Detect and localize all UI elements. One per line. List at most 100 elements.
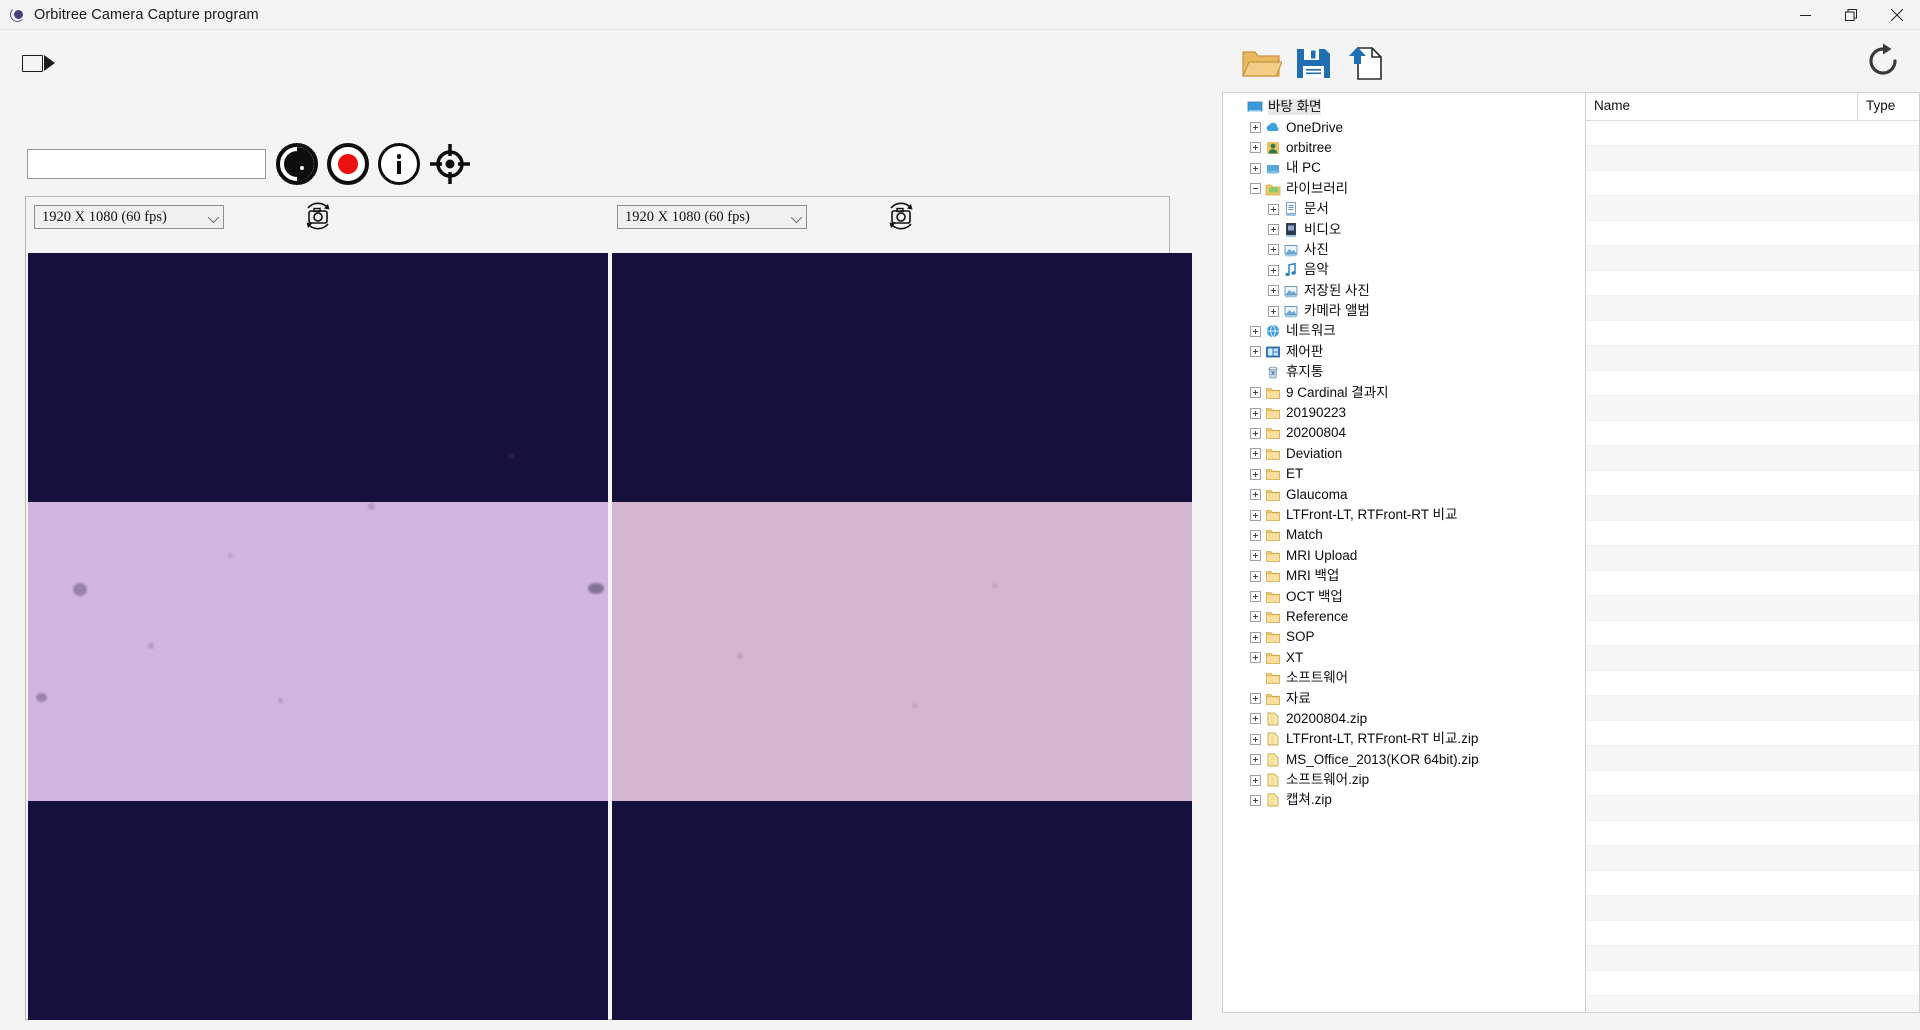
expand-plus-icon[interactable] bbox=[1268, 305, 1279, 317]
expand-plus-icon[interactable] bbox=[1250, 162, 1261, 174]
file-list-row[interactable] bbox=[1586, 571, 1919, 596]
tree-item[interactable]: 소프트웨어.zip bbox=[1226, 770, 1585, 790]
file-list-panel[interactable]: Name Type bbox=[1585, 92, 1920, 1013]
file-list-row[interactable] bbox=[1586, 271, 1919, 296]
file-list-row[interactable] bbox=[1586, 121, 1919, 146]
snapshot-button-right[interactable] bbox=[884, 199, 918, 233]
video-preview-right[interactable] bbox=[612, 253, 1192, 1020]
tree-item[interactable]: LTFront-LT, RTFront-RT 비교.zip bbox=[1226, 729, 1585, 749]
file-list-row[interactable] bbox=[1586, 646, 1919, 671]
file-list-row[interactable] bbox=[1586, 171, 1919, 196]
tree-item[interactable]: Glaucoma bbox=[1226, 484, 1585, 504]
expand-plus-icon[interactable] bbox=[1250, 448, 1261, 460]
file-list-row[interactable] bbox=[1586, 596, 1919, 621]
capture-name-input[interactable] bbox=[27, 149, 266, 179]
file-list-row[interactable] bbox=[1586, 721, 1919, 746]
expand-plus-icon[interactable] bbox=[1250, 774, 1261, 786]
file-list-row[interactable] bbox=[1586, 796, 1919, 821]
snapshot-button-left[interactable] bbox=[301, 199, 335, 233]
file-list-row[interactable] bbox=[1586, 196, 1919, 221]
tree-item[interactable]: 바탕 화면 bbox=[1226, 97, 1585, 117]
tree-item[interactable]: 네트워크 bbox=[1226, 321, 1585, 341]
file-list-row[interactable] bbox=[1586, 246, 1919, 271]
expand-plus-icon[interactable] bbox=[1250, 713, 1261, 725]
file-list-row[interactable] bbox=[1586, 971, 1919, 996]
expand-plus-icon[interactable] bbox=[1250, 794, 1261, 806]
expand-plus-icon[interactable] bbox=[1250, 346, 1261, 358]
tree-item[interactable]: 20190223 bbox=[1226, 403, 1585, 423]
file-list-row[interactable] bbox=[1586, 696, 1919, 721]
save-button[interactable] bbox=[1292, 42, 1334, 82]
tree-item[interactable]: OneDrive bbox=[1226, 117, 1585, 137]
export-button[interactable] bbox=[1344, 42, 1386, 82]
tree-item[interactable]: 휴지통 bbox=[1226, 362, 1585, 382]
file-list-row[interactable] bbox=[1586, 896, 1919, 921]
maximize-restore-button[interactable] bbox=[1828, 0, 1874, 30]
file-list-row[interactable] bbox=[1586, 296, 1919, 321]
tree-item[interactable]: 자료 bbox=[1226, 688, 1585, 708]
tree-item[interactable]: ET bbox=[1226, 464, 1585, 484]
info-button[interactable] bbox=[378, 143, 420, 185]
file-list-row[interactable] bbox=[1586, 746, 1919, 771]
tree-item[interactable]: 비디오 bbox=[1226, 219, 1585, 239]
tree-item[interactable]: Match bbox=[1226, 525, 1585, 545]
file-list-row[interactable] bbox=[1586, 446, 1919, 471]
close-button[interactable] bbox=[1874, 0, 1920, 30]
expand-plus-icon[interactable] bbox=[1250, 142, 1261, 154]
video-camera-icon[interactable] bbox=[22, 52, 56, 76]
record-button[interactable] bbox=[327, 143, 369, 185]
tree-item[interactable]: SOP bbox=[1226, 627, 1585, 647]
tree-item[interactable]: 사진 bbox=[1226, 240, 1585, 260]
file-list-row[interactable] bbox=[1586, 421, 1919, 446]
file-list-row[interactable] bbox=[1586, 146, 1919, 171]
tree-item[interactable]: 제어판 bbox=[1226, 342, 1585, 362]
tree-item[interactable]: 9 Cardinal 결과지 bbox=[1226, 382, 1585, 402]
contrast-button[interactable] bbox=[276, 143, 318, 185]
expand-plus-icon[interactable] bbox=[1250, 509, 1261, 521]
file-list-row[interactable] bbox=[1586, 321, 1919, 346]
file-list-row[interactable] bbox=[1586, 621, 1919, 646]
file-list-row[interactable] bbox=[1586, 346, 1919, 371]
tree-item[interactable]: MRI Upload bbox=[1226, 546, 1585, 566]
collapse-minus-icon[interactable] bbox=[1250, 183, 1261, 195]
expand-plus-icon[interactable] bbox=[1250, 325, 1261, 337]
tree-item[interactable]: 내 PC bbox=[1226, 158, 1585, 178]
expand-plus-icon[interactable] bbox=[1250, 122, 1261, 134]
tree-item[interactable]: 소프트웨어 bbox=[1226, 668, 1585, 688]
tree-item[interactable]: 저장된 사진 bbox=[1226, 281, 1585, 301]
expand-plus-icon[interactable] bbox=[1250, 427, 1261, 439]
expand-plus-icon[interactable] bbox=[1250, 652, 1261, 664]
expand-plus-icon[interactable] bbox=[1250, 529, 1261, 541]
file-list-row[interactable] bbox=[1586, 371, 1919, 396]
expand-plus-icon[interactable] bbox=[1250, 468, 1261, 480]
tree-item[interactable]: 캡쳐.zip bbox=[1226, 790, 1585, 810]
file-list-row[interactable] bbox=[1586, 771, 1919, 796]
file-list-row[interactable] bbox=[1586, 396, 1919, 421]
file-list-row[interactable] bbox=[1586, 846, 1919, 871]
tree-item[interactable]: 카메라 앨범 bbox=[1226, 301, 1585, 321]
tree-item[interactable]: orbitree bbox=[1226, 138, 1585, 158]
tree-item[interactable]: 20200804 bbox=[1226, 423, 1585, 443]
file-list-row[interactable] bbox=[1586, 996, 1919, 1012]
video-preview-left[interactable] bbox=[28, 253, 608, 1020]
tree-item[interactable]: MRI 백업 bbox=[1226, 566, 1585, 586]
file-list-row[interactable] bbox=[1586, 221, 1919, 246]
open-folder-button[interactable] bbox=[1240, 42, 1283, 82]
file-list-row[interactable] bbox=[1586, 546, 1919, 571]
expand-plus-icon[interactable] bbox=[1268, 224, 1279, 236]
column-header-type[interactable]: Type bbox=[1858, 93, 1919, 120]
expand-plus-icon[interactable] bbox=[1250, 407, 1261, 419]
target-button[interactable] bbox=[429, 143, 471, 185]
resolution-select-right[interactable]: 1920 X 1080 (60 fps) bbox=[617, 205, 807, 229]
tree-item[interactable]: Deviation bbox=[1226, 444, 1585, 464]
expand-plus-icon[interactable] bbox=[1250, 693, 1261, 705]
resolution-select-left[interactable]: 1920 X 1080 (60 fps) bbox=[34, 205, 224, 229]
file-list-row[interactable] bbox=[1586, 946, 1919, 971]
file-list-row[interactable] bbox=[1586, 821, 1919, 846]
expand-plus-icon[interactable] bbox=[1250, 591, 1261, 603]
tree-item[interactable]: 음악 bbox=[1226, 260, 1585, 280]
expand-plus-icon[interactable] bbox=[1268, 244, 1279, 256]
expand-plus-icon[interactable] bbox=[1268, 203, 1279, 215]
refresh-button[interactable] bbox=[1864, 42, 1902, 80]
expand-plus-icon[interactable] bbox=[1250, 611, 1261, 623]
